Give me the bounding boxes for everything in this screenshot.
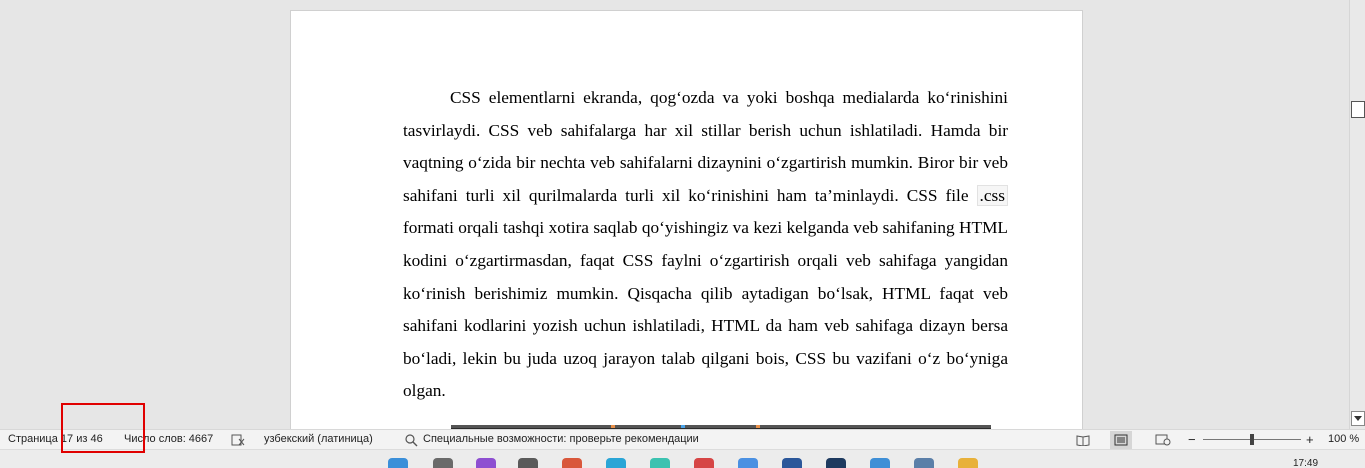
page-count[interactable]: Страница 17 из 46 bbox=[8, 430, 103, 450]
zoom-slider-thumb[interactable] bbox=[1250, 434, 1254, 445]
app-icon[interactable] bbox=[650, 458, 670, 468]
taskbar-clock[interactable]: 17:49 bbox=[1293, 458, 1318, 468]
read-mode-button[interactable] bbox=[1072, 431, 1094, 449]
accessibility-icon[interactable] bbox=[403, 430, 419, 450]
language-indicator[interactable]: узбекский (латиница) bbox=[264, 430, 373, 450]
read-mode-icon bbox=[1076, 435, 1090, 446]
scroll-thumb[interactable] bbox=[1351, 101, 1365, 118]
app-icon[interactable] bbox=[694, 458, 714, 468]
image-dot bbox=[756, 425, 760, 428]
folder-icon[interactable] bbox=[958, 458, 978, 468]
document-paragraph[interactable]: CSS elementlarni ekranda, qog‘ozda va yo… bbox=[403, 82, 1008, 408]
zoom-out-button[interactable]: − bbox=[1188, 430, 1196, 450]
app-icon[interactable] bbox=[738, 458, 758, 468]
web-layout-icon bbox=[1155, 434, 1171, 446]
taskbar: 17:49 bbox=[0, 449, 1365, 468]
zoom-level[interactable]: 100 % bbox=[1328, 430, 1359, 450]
paragraph-text-2: formati orqali tashqi xotira saqlab qo‘y… bbox=[403, 218, 1008, 401]
image-dot bbox=[611, 425, 615, 428]
app-icon[interactable] bbox=[476, 458, 496, 468]
word-app-icon[interactable] bbox=[782, 458, 802, 468]
web-layout-button[interactable] bbox=[1152, 431, 1174, 449]
word-count[interactable]: Число слов: 4667 bbox=[124, 430, 213, 450]
paragraph-text-1: CSS elementlarni ekranda, qog‘ozda va yo… bbox=[403, 88, 1008, 205]
image-dot bbox=[681, 425, 685, 428]
accessibility-status[interactable]: Специальные возможности: проверьте реком… bbox=[423, 430, 699, 450]
app-icon[interactable] bbox=[562, 458, 582, 468]
vertical-scrollbar[interactable] bbox=[1349, 0, 1365, 429]
app-icon[interactable] bbox=[518, 458, 538, 468]
document-workspace[interactable]: CSS elementlarni ekranda, qog‘ozda va yo… bbox=[0, 0, 1349, 429]
status-bar: Страница 17 из 46 Число слов: 4667 узбек… bbox=[0, 429, 1365, 449]
print-layout-button[interactable] bbox=[1110, 431, 1132, 449]
search-icon[interactable] bbox=[433, 458, 453, 468]
inline-code: .css bbox=[976, 184, 1008, 206]
print-layout-icon bbox=[1114, 434, 1128, 446]
app-icon[interactable] bbox=[870, 458, 890, 468]
start-icon[interactable] bbox=[388, 458, 408, 468]
app-icon[interactable] bbox=[606, 458, 626, 468]
app-icon[interactable] bbox=[914, 458, 934, 468]
image-top-strip bbox=[451, 425, 991, 428]
chevron-down-icon bbox=[1354, 416, 1362, 421]
zoom-in-button[interactable]: + bbox=[1306, 430, 1314, 450]
scroll-down-button[interactable] bbox=[1351, 411, 1365, 426]
app-icon[interactable] bbox=[826, 458, 846, 468]
document-page[interactable]: CSS elementlarni ekranda, qog‘ozda va yo… bbox=[290, 10, 1083, 429]
spellcheck-icon[interactable] bbox=[231, 430, 245, 450]
